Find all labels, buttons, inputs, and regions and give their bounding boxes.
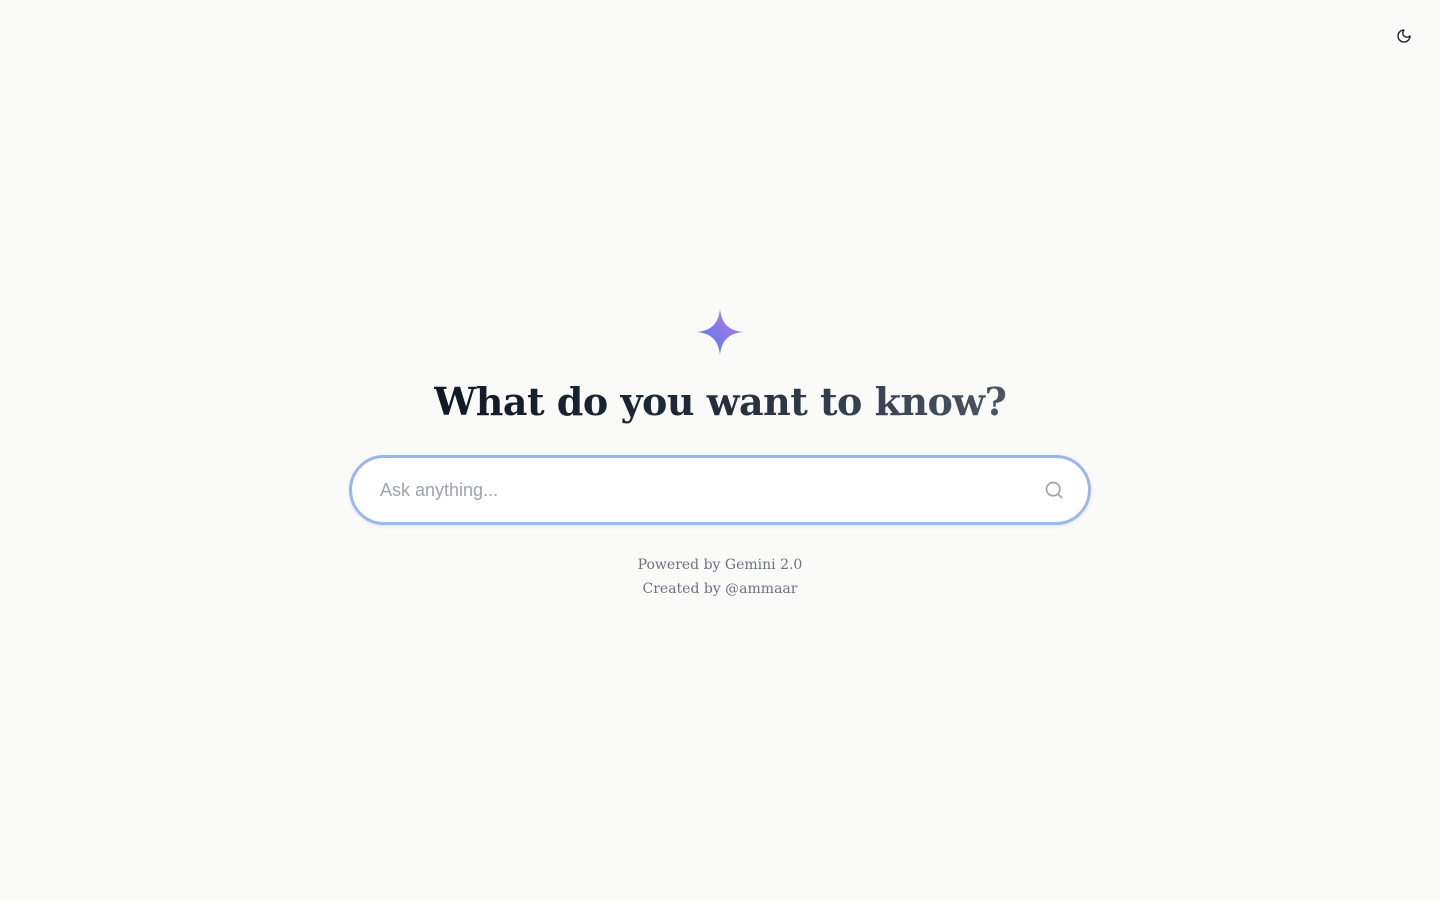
search-icon bbox=[1045, 481, 1063, 499]
powered-by-text: Powered by Gemini 2.0 bbox=[637, 557, 803, 573]
moon-icon bbox=[1397, 29, 1411, 43]
created-by-text: Created by @ammaar bbox=[642, 581, 798, 597]
hero-section: What do you want to know? Powered by Gem… bbox=[0, 307, 1440, 601]
search-button[interactable] bbox=[1038, 474, 1070, 506]
theme-toggle-button[interactable] bbox=[1392, 24, 1416, 48]
page: What do you want to know? Powered by Gem… bbox=[0, 0, 1440, 900]
sparkle-logo bbox=[695, 307, 745, 357]
search-input[interactable] bbox=[378, 469, 1038, 511]
page-title: What do you want to know? bbox=[434, 377, 1007, 427]
footer-credits: Powered by Gemini 2.0 Created by @ammaar bbox=[638, 553, 803, 601]
search-bar bbox=[349, 455, 1091, 525]
sparkle-icon bbox=[697, 309, 743, 355]
